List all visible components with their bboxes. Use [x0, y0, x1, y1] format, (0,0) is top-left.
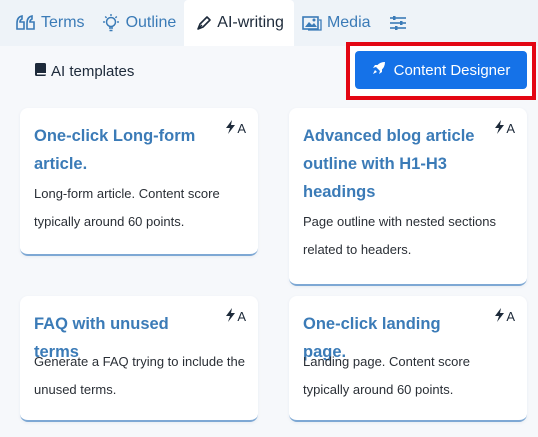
lightbulb-icon — [101, 14, 121, 32]
content-designer-label: Content Designer — [393, 61, 511, 79]
card-description: Long-form article. Content score typical… — [34, 186, 220, 229]
template-card-faq[interactable]: FAQ with unused terms A Generate a FAQ t… — [20, 296, 258, 422]
card-badge: A — [226, 308, 246, 325]
card-description: Generate a FAQ trying to include the unu… — [34, 354, 246, 397]
card-badge-label: A — [237, 309, 246, 324]
lightning-icon — [495, 308, 505, 325]
book-icon — [34, 62, 47, 81]
pen-icon — [196, 15, 212, 31]
rocket-icon — [372, 61, 386, 79]
card-badge-label: A — [237, 121, 246, 136]
tab-terms-label: Terms — [41, 14, 85, 31]
card-description: Landing page. Content score typically ar… — [303, 354, 470, 397]
tab-ai-writing[interactable]: AI-writing — [184, 0, 294, 46]
card-badge-label: A — [506, 309, 515, 324]
lightning-icon — [226, 308, 236, 325]
lightning-icon — [495, 120, 505, 137]
card-badge: A — [226, 120, 246, 137]
tab-media[interactable]: Media — [294, 0, 379, 46]
template-card-landing-page[interactable]: One-click landing page. A Landing page. … — [289, 296, 527, 422]
tab-media-label: Media — [326, 14, 371, 31]
template-card-blog-outline[interactable]: Advanced blog article outline with H1-H3… — [289, 108, 527, 286]
card-title: Advanced blog article outline with H1-H3… — [303, 127, 475, 201]
ai-writing-panel: AI templates Content Designer One-click … — [0, 42, 538, 437]
card-badge-label: A — [506, 121, 515, 136]
template-card-long-form[interactable]: One-click Long-form article. A Long-form… — [20, 108, 258, 256]
sliders-icon — [389, 15, 407, 31]
tab-bar: Terms Outline AI-writing Media — [0, 0, 538, 46]
tab-outline[interactable]: Outline — [93, 0, 185, 46]
tab-outline-label: Outline — [125, 14, 177, 31]
card-badge: A — [495, 308, 515, 325]
lightning-icon — [226, 120, 236, 137]
ai-templates-label: AI templates — [51, 63, 135, 80]
media-icon — [302, 15, 322, 31]
content-designer-button[interactable]: Content Designer — [355, 51, 527, 89]
tab-settings[interactable] — [379, 0, 417, 46]
card-badge: A — [495, 120, 515, 137]
tab-terms[interactable]: Terms — [8, 0, 93, 46]
card-title: One-click Long-form article. — [34, 127, 196, 173]
ai-templates-heading: AI templates — [34, 62, 134, 81]
terms-icon — [16, 15, 36, 31]
tab-ai-writing-label: AI-writing — [217, 14, 284, 31]
card-description: Page outline with nested sections relate… — [303, 214, 496, 257]
